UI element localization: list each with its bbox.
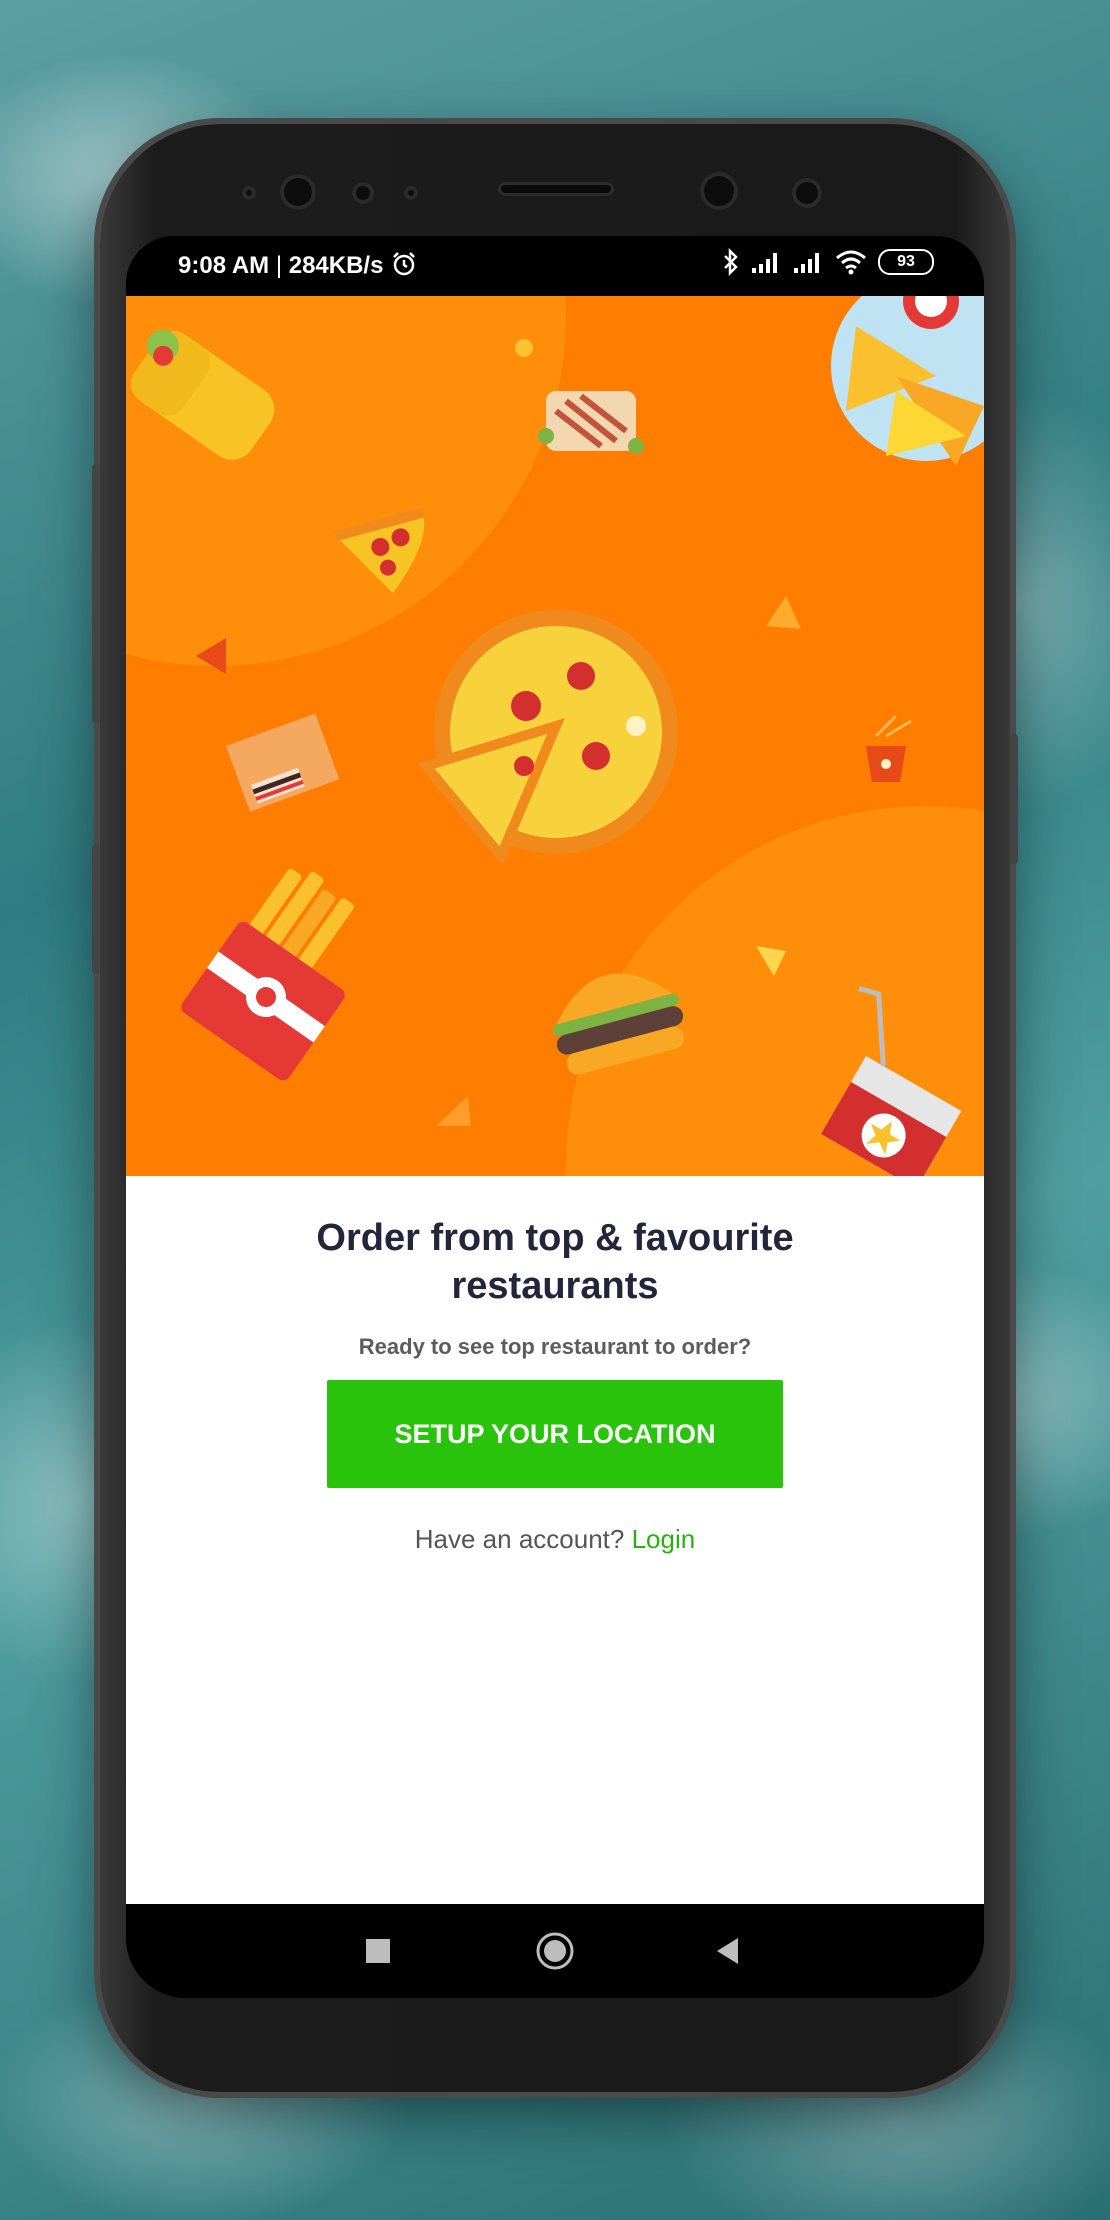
power-button <box>92 464 100 724</box>
drink-icon <box>821 985 962 1176</box>
signal-icon <box>794 253 819 273</box>
navigation-bar <box>126 1904 984 1998</box>
recents-icon[interactable] <box>361 1934 395 1968</box>
login-link[interactable]: Login <box>632 1524 696 1554</box>
battery-icon: 93 <box>878 249 934 275</box>
sensor-icon <box>242 186 256 200</box>
pizza-slice-icon <box>334 507 425 594</box>
bluetooth-icon <box>724 248 738 276</box>
noodle-box-icon <box>866 714 912 782</box>
sensor-icon <box>352 182 374 204</box>
alarm-icon <box>393 252 416 276</box>
battery-level: 93 <box>897 253 915 270</box>
page-title: Order from top & favourite restaurants <box>126 1214 984 1310</box>
triangle-icon <box>766 596 801 629</box>
dot-icon <box>515 339 533 357</box>
setup-location-button[interactable]: SETUP YOUR LOCATION <box>327 1380 783 1488</box>
account-prompt: Have an account? <box>414 1524 625 1554</box>
subtitle: Ready to see top restaurant to order? <box>358 1334 752 1359</box>
sandwich-icon <box>538 391 644 454</box>
volume-button <box>92 844 100 974</box>
status-right: 93 <box>722 248 934 276</box>
back-icon[interactable] <box>711 1934 745 1968</box>
network-speed: 284KB/s <box>288 252 384 279</box>
phone-frame: 9:08 AM | 284KB/s 93 Order from top & fa… <box>92 124 1018 2092</box>
nachos-icon <box>831 296 984 466</box>
burger-icon <box>552 973 684 1075</box>
headline-line-1: Order from top & favourite <box>316 1217 794 1259</box>
box-icon <box>226 713 340 812</box>
account-prompt-row: Have an account? Login <box>126 1524 984 1555</box>
pizza-icon <box>417 610 678 866</box>
triangle-icon <box>196 638 226 674</box>
headline-line-2: restaurants <box>451 1265 659 1307</box>
food-pattern <box>130 296 984 1176</box>
home-icon[interactable] <box>535 1931 575 1971</box>
signal-icon <box>752 253 777 273</box>
triangle-icon <box>756 946 786 976</box>
earpiece-speaker <box>498 182 614 196</box>
hero-illustration <box>126 296 984 1176</box>
status-left: 9:08 AM | 284KB/s <box>178 250 418 280</box>
clock: 9:08 AM <box>178 252 270 279</box>
side-button <box>1010 734 1018 864</box>
sensor-icon <box>404 186 418 200</box>
screen: 9:08 AM | 284KB/s 93 Order from top & fa… <box>126 236 984 1998</box>
sensor-icon <box>792 178 822 208</box>
fries-icon <box>181 868 354 1081</box>
triangle-icon <box>436 1096 471 1126</box>
wifi-icon <box>836 250 866 275</box>
onboarding-content: Order from top & favourite restaurants R… <box>126 1176 984 1904</box>
burrito-icon <box>130 329 275 460</box>
front-camera-icon <box>280 174 316 210</box>
front-camera-icon <box>700 172 738 210</box>
status-separator: | <box>275 252 283 279</box>
status-bar: 9:08 AM | 284KB/s 93 <box>126 236 984 296</box>
